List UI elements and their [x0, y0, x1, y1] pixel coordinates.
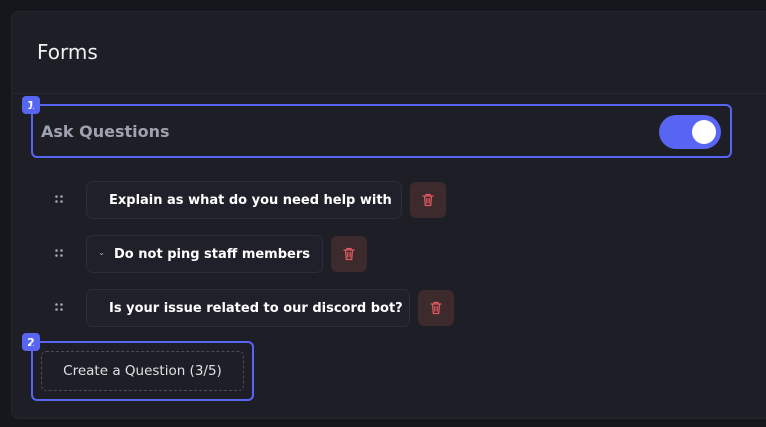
delete-question-button[interactable]	[410, 182, 446, 218]
question-text: Do not ping staff members	[114, 246, 310, 262]
question-text: Explain as what do you need help with	[109, 192, 392, 208]
create-question-button[interactable]: Create a Question (3/5)	[41, 351, 244, 391]
ask-questions-toggle[interactable]	[659, 115, 721, 149]
delete-question-button[interactable]	[331, 236, 367, 272]
question-row: Explain as what do you need help with	[0, 181, 766, 219]
question-item[interactable]: Is your issue related to our discord bot…	[86, 289, 410, 327]
divider	[12, 93, 766, 94]
drag-handle-icon[interactable]	[54, 302, 64, 312]
ask-questions-row: Ask Questions	[31, 104, 732, 158]
toggle-knob	[692, 120, 716, 144]
create-question-container: Create a Question (3/5)	[31, 341, 254, 401]
drag-handle-icon[interactable]	[54, 194, 64, 204]
chevron-down-icon[interactable]	[99, 247, 104, 261]
question-text: Is your issue related to our discord bot…	[109, 300, 403, 316]
question-item[interactable]: Explain as what do you need help with	[86, 181, 402, 219]
trash-icon	[343, 247, 355, 261]
question-row: Is your issue related to our discord bot…	[0, 289, 766, 327]
trash-icon	[430, 301, 442, 315]
drag-handle-icon[interactable]	[54, 248, 64, 258]
question-item[interactable]: Do not ping staff members	[86, 235, 323, 273]
question-row: Do not ping staff members	[0, 235, 766, 273]
panel-title: Forms	[37, 40, 98, 64]
delete-question-button[interactable]	[418, 290, 454, 326]
ask-questions-label: Ask Questions	[41, 122, 170, 141]
trash-icon	[422, 193, 434, 207]
